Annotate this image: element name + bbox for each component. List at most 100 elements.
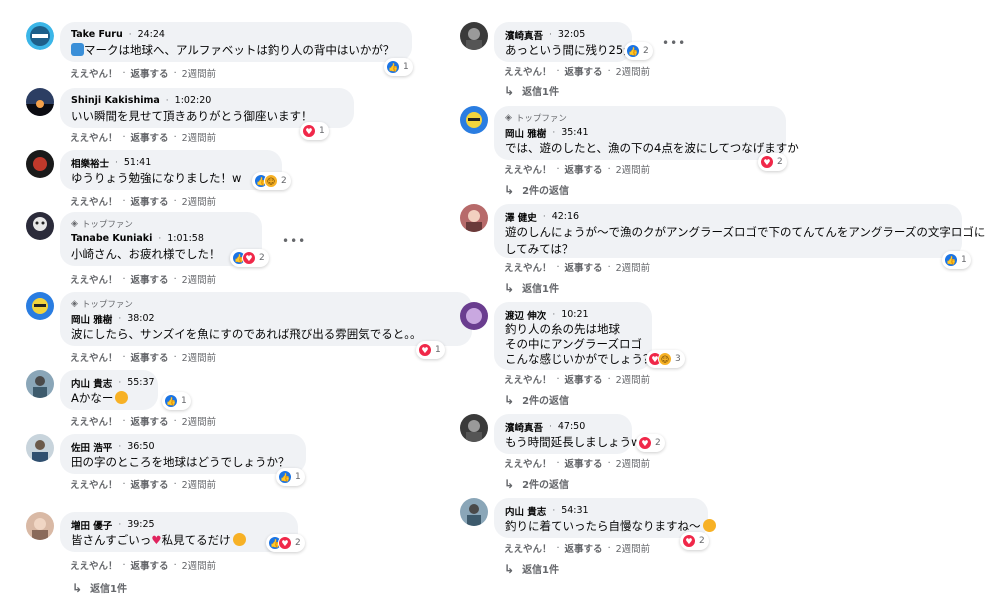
- reaction-summary[interactable]: 👍 1: [942, 251, 971, 269]
- author-name[interactable]: 相樂裕士: [71, 156, 109, 170]
- author-name[interactable]: 濱崎真吾: [505, 28, 543, 42]
- reaction-summary[interactable]: ♥ 2: [680, 532, 709, 550]
- reply-button[interactable]: 返事する: [131, 194, 169, 208]
- reply-button[interactable]: 返事する: [131, 350, 169, 364]
- like-button[interactable]: ええやん！: [70, 414, 118, 428]
- time-ago[interactable]: 2週間前: [182, 272, 217, 286]
- reply-button[interactable]: 返事する: [565, 541, 603, 555]
- reply-button[interactable]: 返事する: [131, 272, 169, 286]
- like-button[interactable]: ええやん！: [70, 272, 118, 286]
- reply-button[interactable]: 返事する: [565, 456, 603, 470]
- reaction-summary[interactable]: 👍 ♥ 2: [230, 249, 269, 267]
- author-name[interactable]: Shinji Kakishima: [71, 95, 160, 106]
- reply-button[interactable]: 返事する: [565, 372, 603, 386]
- avatar[interactable]: [26, 88, 54, 116]
- author-name[interactable]: 内山 貴志: [505, 504, 546, 518]
- timestamp-link[interactable]: 10:21: [561, 309, 588, 320]
- reply-button[interactable]: 返事する: [131, 558, 169, 572]
- like-button[interactable]: ええやん！: [70, 350, 118, 364]
- time-ago[interactable]: 2週間前: [616, 260, 651, 274]
- reply-button[interactable]: 返事する: [131, 130, 169, 144]
- avatar[interactable]: [26, 512, 54, 540]
- timestamp-link[interactable]: 54:31: [561, 505, 588, 516]
- timestamp-link[interactable]: 51:41: [124, 157, 151, 168]
- author-name[interactable]: 岡山 雅樹: [505, 126, 546, 140]
- timestamp-link[interactable]: 24:24: [138, 29, 165, 40]
- timestamp-link[interactable]: 55:37: [127, 377, 154, 388]
- time-ago[interactable]: 2週間前: [616, 541, 651, 555]
- reaction-summary[interactable]: ♥ 1: [300, 122, 329, 140]
- reaction-summary[interactable]: ♥ ☺ 3: [646, 350, 685, 368]
- like-button[interactable]: ええやん！: [70, 558, 118, 572]
- reaction-summary[interactable]: 👍 ♥ 2: [266, 534, 305, 552]
- like-button[interactable]: ええやん！: [70, 66, 118, 80]
- avatar[interactable]: [26, 370, 54, 398]
- more-options-icon[interactable]: •••: [282, 234, 306, 248]
- view-replies-link[interactable]: ↳ 2件の返信: [504, 392, 569, 408]
- view-replies-link[interactable]: ↳ 返信1件: [504, 280, 559, 296]
- time-ago[interactable]: 2週間前: [616, 372, 651, 386]
- reply-button[interactable]: 返事する: [565, 162, 603, 176]
- author-name[interactable]: 増田 優子: [71, 518, 112, 532]
- view-replies-link[interactable]: ↳ 返信1件: [504, 561, 559, 577]
- like-button[interactable]: ええやん！: [70, 194, 118, 208]
- avatar[interactable]: [460, 302, 488, 330]
- author-name[interactable]: Take Furu: [71, 29, 123, 40]
- avatar[interactable]: [460, 498, 488, 526]
- reaction-summary[interactable]: ♥ 2: [758, 153, 787, 171]
- like-button[interactable]: ええやん！: [70, 477, 118, 491]
- avatar[interactable]: [26, 22, 54, 50]
- timestamp-link[interactable]: 35:41: [561, 127, 588, 138]
- author-name[interactable]: 岡山 雅樹: [71, 312, 112, 326]
- timestamp-link[interactable]: 32:05: [558, 29, 585, 40]
- author-name[interactable]: 内山 貴志: [71, 376, 112, 390]
- timestamp-link[interactable]: 36:50: [127, 441, 154, 452]
- avatar[interactable]: [460, 22, 488, 50]
- avatar[interactable]: [460, 204, 488, 232]
- like-button[interactable]: ええやん！: [504, 456, 552, 470]
- avatar[interactable]: [26, 292, 54, 320]
- author-name[interactable]: 佐田 浩平: [71, 440, 112, 454]
- reply-button[interactable]: 返事する: [131, 66, 169, 80]
- avatar[interactable]: [460, 106, 488, 134]
- reaction-summary[interactable]: 👍 ☺ 2: [252, 172, 291, 190]
- reply-button[interactable]: 返事する: [131, 414, 169, 428]
- like-button[interactable]: ええやん！: [504, 162, 552, 176]
- time-ago[interactable]: 2週間前: [182, 66, 217, 80]
- view-replies-link[interactable]: ↳ 2件の返信: [504, 476, 569, 492]
- reaction-summary[interactable]: 👍 1: [384, 58, 413, 76]
- time-ago[interactable]: 2週間前: [182, 558, 217, 572]
- avatar[interactable]: [26, 434, 54, 462]
- time-ago[interactable]: 2週間前: [616, 64, 651, 78]
- time-ago[interactable]: 2週間前: [182, 477, 217, 491]
- avatar[interactable]: [460, 414, 488, 442]
- reaction-summary[interactable]: 👍 2: [624, 42, 653, 60]
- reaction-summary[interactable]: ♥ 1: [416, 341, 445, 359]
- avatar[interactable]: [26, 212, 54, 240]
- avatar[interactable]: [26, 150, 54, 178]
- reply-button[interactable]: 返事する: [565, 260, 603, 274]
- reaction-summary[interactable]: 👍 1: [162, 392, 191, 410]
- more-options-icon[interactable]: •••: [662, 36, 686, 50]
- time-ago[interactable]: 2週間前: [182, 130, 217, 144]
- timestamp-link[interactable]: 39:25: [127, 519, 154, 530]
- like-button[interactable]: ええやん！: [504, 64, 552, 78]
- view-replies-link[interactable]: ↳ 返信1件: [72, 580, 127, 596]
- timestamp-link[interactable]: 1:02:20: [175, 95, 212, 106]
- reaction-summary[interactable]: ♥ 2: [636, 434, 665, 452]
- timestamp-link[interactable]: 1:01:58: [167, 233, 204, 244]
- time-ago[interactable]: 2週間前: [616, 162, 651, 176]
- like-button[interactable]: ええやん！: [504, 260, 552, 274]
- author-name[interactable]: 濱崎真吾: [505, 420, 543, 434]
- author-name[interactable]: 澤 健史: [505, 210, 537, 224]
- time-ago[interactable]: 2週間前: [616, 456, 651, 470]
- time-ago[interactable]: 2週間前: [182, 414, 217, 428]
- timestamp-link[interactable]: 38:02: [127, 313, 154, 324]
- time-ago[interactable]: 2週間前: [182, 194, 217, 208]
- time-ago[interactable]: 2週間前: [182, 350, 217, 364]
- author-name[interactable]: Tanabe Kuniaki: [71, 233, 152, 244]
- reply-button[interactable]: 返事する: [565, 64, 603, 78]
- timestamp-link[interactable]: 47:50: [558, 421, 585, 432]
- view-replies-link[interactable]: ↳ 返信1件: [504, 83, 559, 99]
- timestamp-link[interactable]: 42:16: [552, 211, 579, 222]
